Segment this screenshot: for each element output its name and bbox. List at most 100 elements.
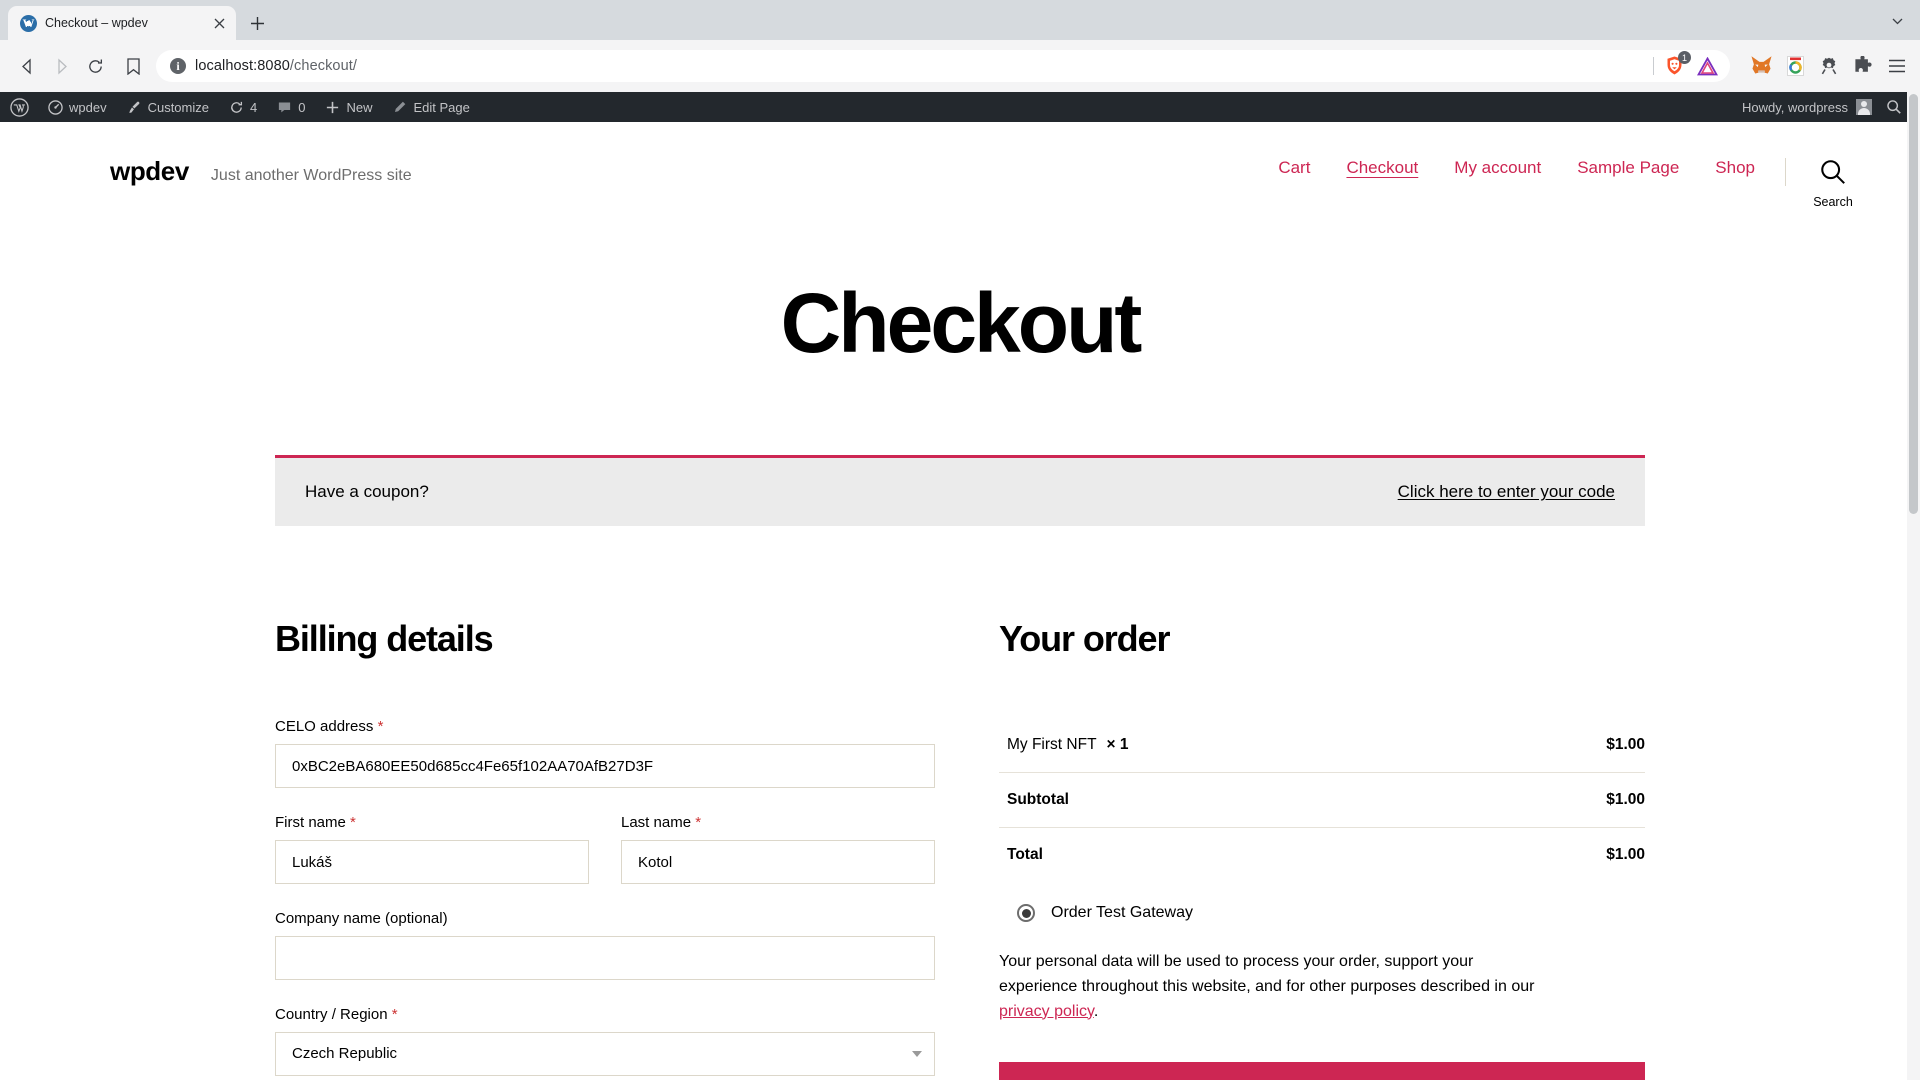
- admin-bar-item-site[interactable]: wpdev: [38, 92, 117, 122]
- howdy-label[interactable]: Howdy, wordpress: [1742, 100, 1848, 115]
- admin-bar-item-edit-page[interactable]: Edit Page: [382, 92, 479, 122]
- page-viewport: wpdev Customize 4 0 New Edit Page Howdy,…: [0, 92, 1920, 1080]
- company-name-input[interactable]: [275, 936, 935, 980]
- admin-bar-label: Customize: [147, 99, 209, 115]
- divider: [1653, 57, 1654, 75]
- hamburger-menu-icon[interactable]: [1886, 55, 1908, 77]
- tab-title: Checkout – wpdev: [45, 16, 148, 30]
- show-coupon-form-link[interactable]: Click here to enter your code: [1398, 482, 1615, 502]
- admin-bar-item-customize[interactable]: Customize: [117, 92, 219, 122]
- celo-address-input[interactable]: [275, 744, 935, 788]
- wp-logo-button[interactable]: [0, 92, 38, 122]
- url-host: localhost:8080: [195, 58, 290, 74]
- search-icon[interactable]: [1872, 99, 1912, 115]
- place-order-button[interactable]: [999, 1062, 1645, 1080]
- page-title: Checkout: [780, 276, 1143, 370]
- site-header: wpdev Just another WordPress site Cart C…: [0, 122, 1920, 209]
- divider: [1785, 158, 1786, 186]
- admin-bar-label: Edit Page: [413, 99, 470, 115]
- payment-radio-selected[interactable]: [1017, 904, 1035, 922]
- colorful-ring-icon[interactable]: [1784, 55, 1806, 77]
- admin-bar-item-comments[interactable]: 0: [267, 92, 315, 122]
- bug-gear-icon[interactable]: [1818, 55, 1840, 77]
- scrollbar-thumb[interactable]: [1909, 94, 1918, 514]
- field-label: First name *: [275, 814, 356, 831]
- admin-bar-label: 4: [250, 99, 258, 115]
- wp-admin-bar: wpdev Customize 4 0 New Edit Page Howdy,…: [0, 92, 1920, 122]
- url-path: /checkout/: [289, 58, 358, 74]
- chevron-down-icon: [912, 1051, 922, 1057]
- nav-item-shop[interactable]: Shop: [1697, 158, 1773, 178]
- field-label: CELO address *: [275, 718, 384, 735]
- chevron-down-icon[interactable]: [1888, 12, 1906, 30]
- omnibox-actions: 1: [1653, 51, 1722, 77]
- last-name-input[interactable]: [621, 840, 935, 884]
- updates-icon: [229, 100, 244, 115]
- omnibox-wrapper: i localhost:8080/checkout/ 1: [120, 50, 1730, 82]
- nav-item-checkout[interactable]: Checkout: [1328, 158, 1436, 178]
- brave-shield-icon[interactable]: 1: [1664, 51, 1691, 77]
- coupon-prompt-text: Have a coupon?: [305, 482, 429, 501]
- admin-bar-item-updates[interactable]: 4: [219, 92, 267, 122]
- reload-icon[interactable]: [80, 51, 110, 81]
- extensions-area: [1740, 55, 1908, 77]
- field-label: Company name (optional): [275, 910, 448, 927]
- paintbrush-icon: [127, 100, 142, 115]
- puzzle-piece-icon[interactable]: [1852, 55, 1874, 77]
- search-toggle-button[interactable]: Search: [1802, 158, 1864, 209]
- pencil-icon: [392, 100, 407, 115]
- order-total-amount: $1.00: [1606, 846, 1645, 863]
- privacy-text-before: Your personal data will be used to proce…: [999, 953, 1535, 995]
- nav-item-sample-page[interactable]: Sample Page: [1559, 158, 1697, 178]
- order-heading: Your order: [999, 618, 1170, 659]
- metamask-fox-icon[interactable]: [1750, 55, 1772, 77]
- site-title[interactable]: wpdev: [110, 156, 189, 187]
- page-scrollbar[interactable]: [1907, 92, 1920, 1080]
- payment-method-label: Order Test Gateway: [1051, 904, 1193, 921]
- site-branding: wpdev Just another WordPress site: [110, 148, 412, 187]
- new-tab-button[interactable]: [242, 8, 272, 38]
- nav-item-cart[interactable]: Cart: [1260, 158, 1328, 178]
- order-review-table: My First NFT × 1 $1.00 Subtotal $1.00 Tot…: [999, 718, 1645, 882]
- brave-triangle-icon[interactable]: [1696, 55, 1718, 77]
- close-icon[interactable]: [210, 14, 228, 32]
- first-name-input[interactable]: [275, 840, 589, 884]
- coupon-notice: Have a coupon? Click here to enter your …: [275, 455, 1645, 526]
- privacy-policy-text: Your personal data will be used to proce…: [999, 922, 1544, 1024]
- search-icon: [1819, 158, 1847, 191]
- comment-icon: [277, 100, 292, 115]
- site-tagline: Just another WordPress site: [210, 167, 412, 184]
- order-subtotal-label: Subtotal: [999, 772, 1474, 828]
- forward-arrow-icon: [46, 51, 76, 81]
- required-marker: *: [391, 1006, 398, 1023]
- country-region-select[interactable]: Czech Republic: [275, 1032, 935, 1076]
- checkout-content: Have a coupon? Click here to enter your …: [275, 365, 1645, 1080]
- browser-toolbar: i localhost:8080/checkout/ 1: [0, 40, 1920, 92]
- order-line-item: My First NFT × 1 $1.00: [999, 718, 1645, 773]
- admin-bar-item-new[interactable]: New: [315, 92, 382, 122]
- header-navigation-area: Cart Checkout My account Sample Page Sho…: [1260, 148, 1864, 209]
- checkout-columns: Billing details CELO address * First nam…: [275, 526, 1645, 1080]
- order-item-name: My First NFT: [1007, 736, 1097, 753]
- privacy-policy-link[interactable]: privacy policy: [999, 1003, 1094, 1020]
- country-region-value: Czech Republic: [292, 1045, 398, 1062]
- payment-method-option[interactable]: Order Test Gateway: [999, 882, 1645, 922]
- order-item-amount: $1.00: [1473, 718, 1645, 773]
- order-review-column: Your order My First NFT × 1 $1.00 Subtota…: [999, 618, 1645, 1080]
- browser-tab[interactable]: W Checkout – wpdev: [8, 6, 236, 40]
- order-subtotal-row: Subtotal $1.00: [999, 772, 1645, 828]
- required-marker: *: [377, 718, 384, 735]
- user-avatar-icon[interactable]: [1856, 99, 1872, 115]
- billing-column: Billing details CELO address * First nam…: [275, 618, 935, 1080]
- info-circle-icon[interactable]: i: [170, 58, 186, 74]
- address-bar[interactable]: i localhost:8080/checkout/ 1: [156, 50, 1730, 82]
- required-marker: *: [695, 814, 702, 831]
- nav-item-my-account[interactable]: My account: [1436, 158, 1559, 178]
- bookmark-icon[interactable]: [120, 53, 146, 79]
- plus-icon: [325, 100, 340, 115]
- dashboard-icon: [48, 99, 63, 115]
- url-text: localhost:8080/checkout/: [195, 58, 357, 74]
- field-country-region: Country / Region * Czech Republic: [275, 1006, 935, 1076]
- field-label: Country / Region *: [275, 1006, 398, 1023]
- back-arrow-icon[interactable]: [12, 51, 42, 81]
